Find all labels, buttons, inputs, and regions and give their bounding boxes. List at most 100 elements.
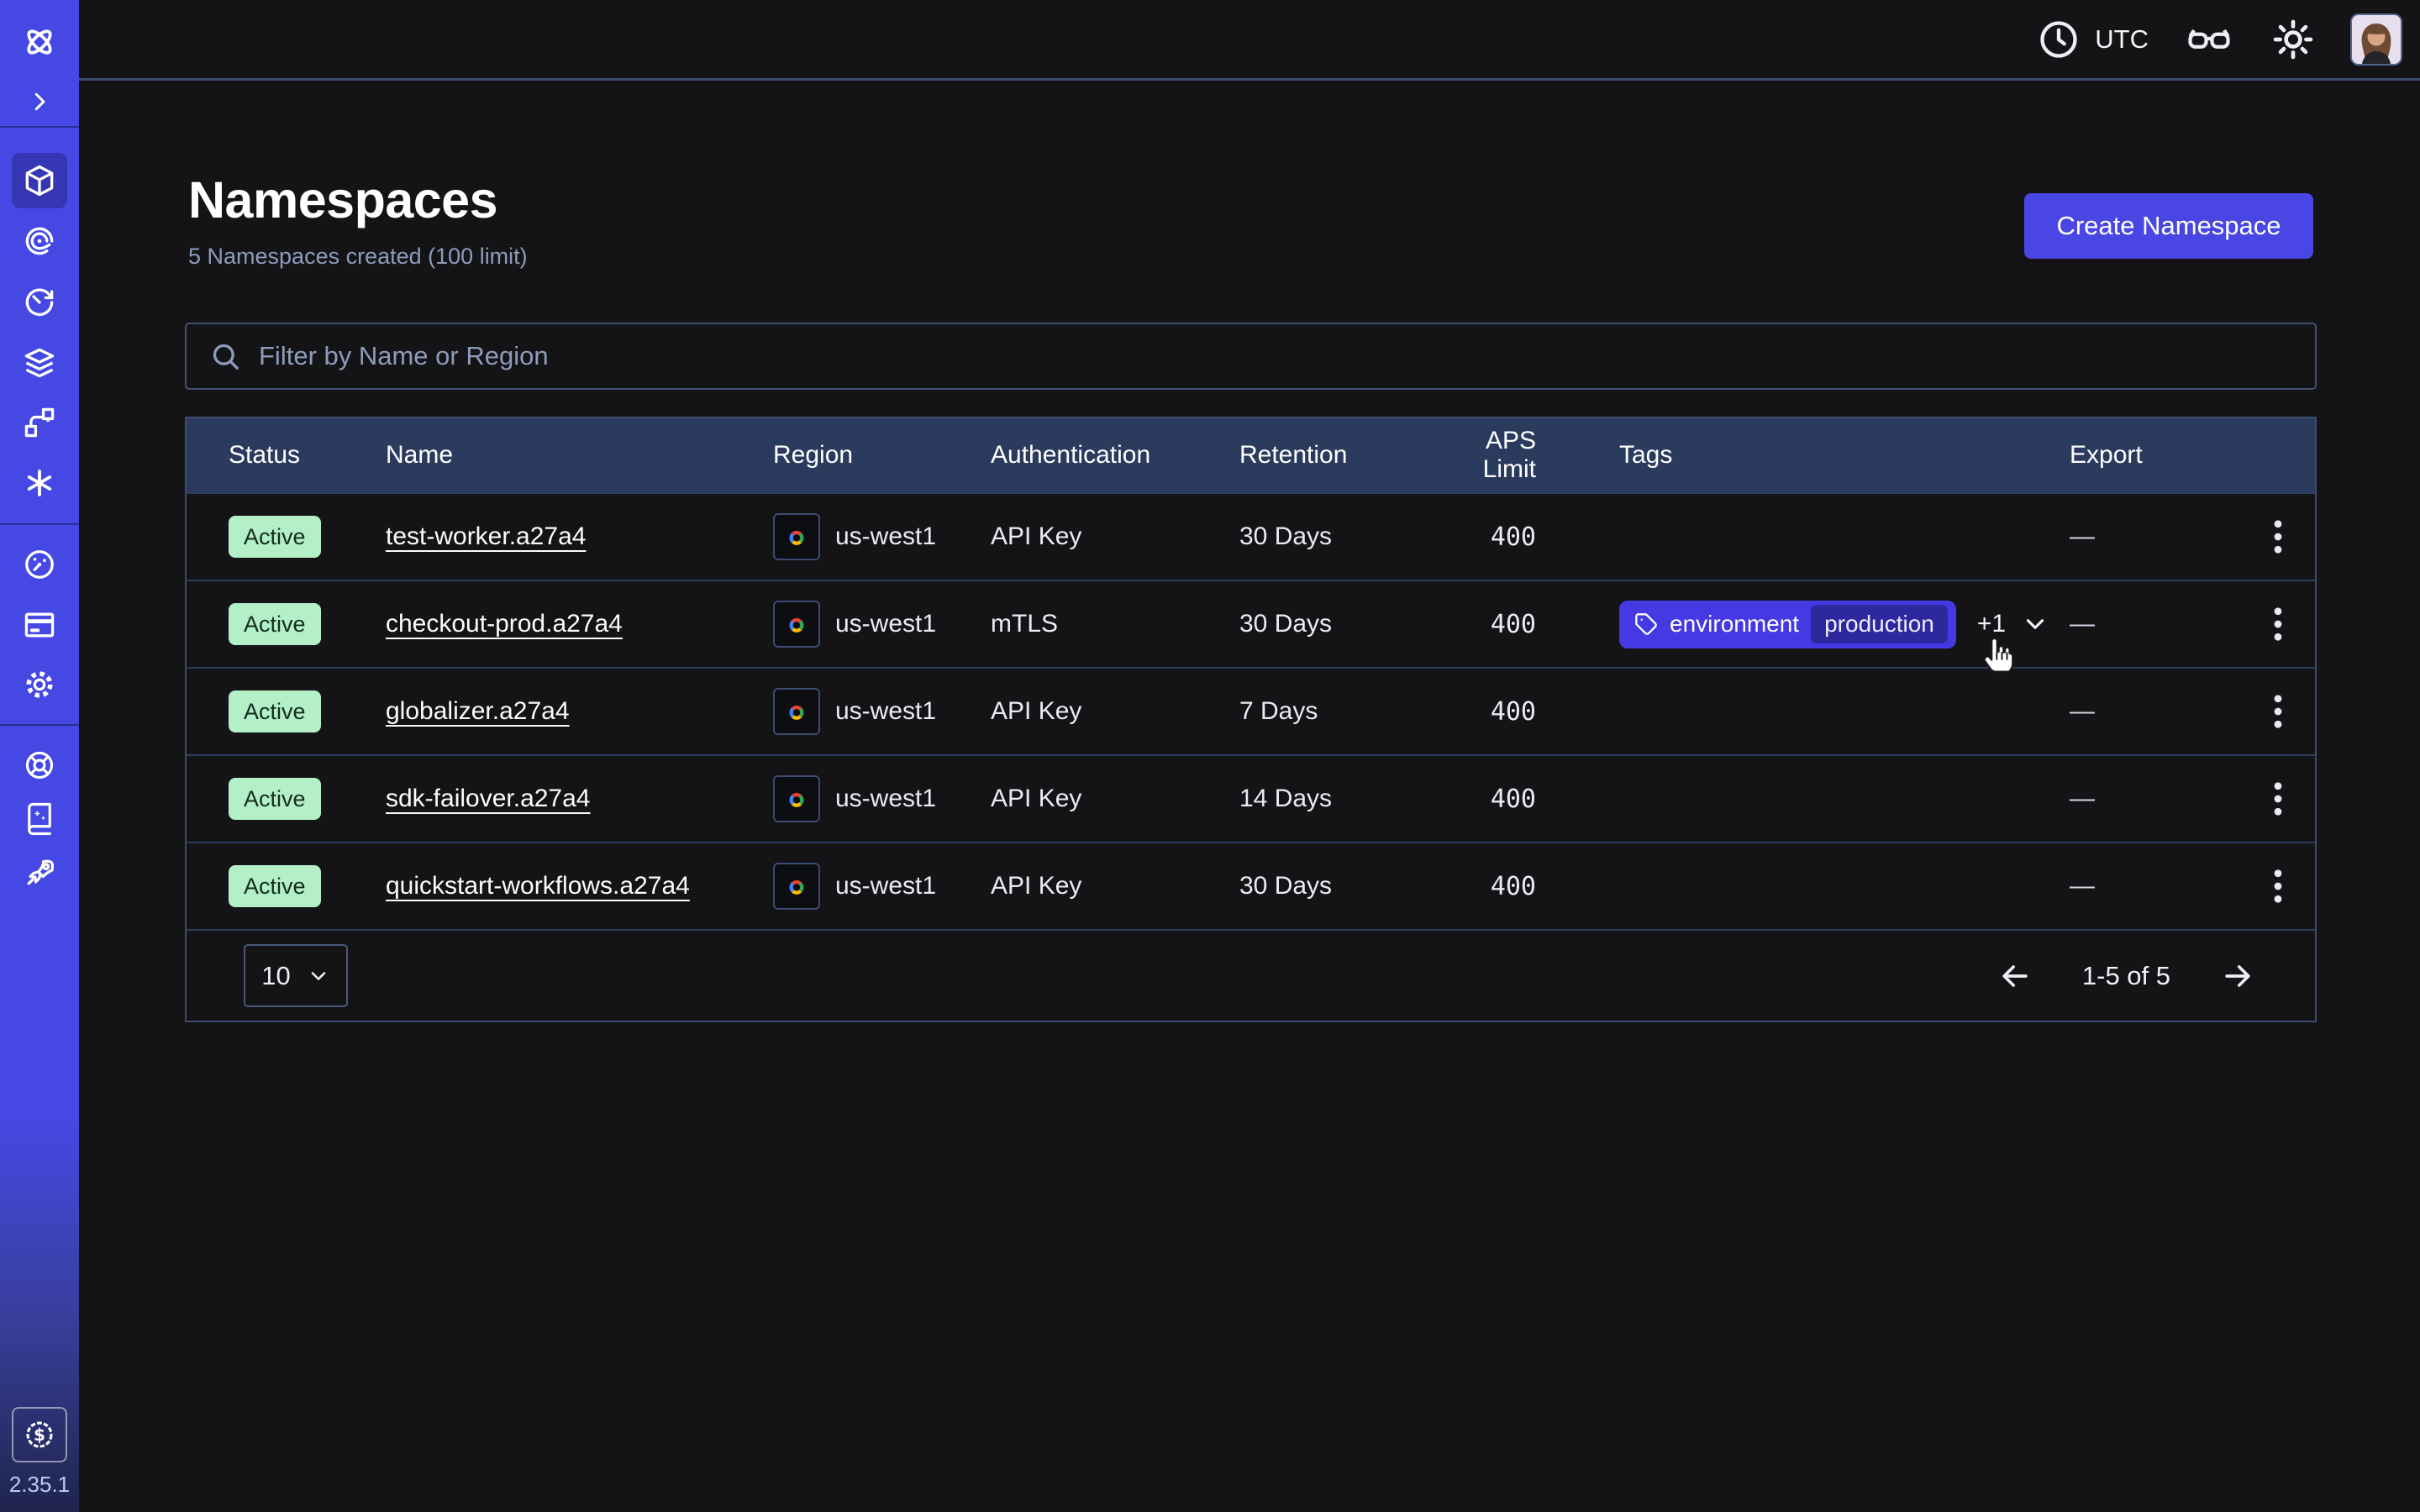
export-value: — [2070, 872, 2240, 900]
sidebar: $ 2.35.1 [0, 0, 79, 1512]
sidebar-item-schedules[interactable] [12, 395, 67, 450]
tag-key: environment [1670, 611, 1799, 638]
retention-value: 7 Days [1239, 697, 1430, 726]
previous-page-button[interactable] [1996, 958, 2033, 995]
namespace-link[interactable]: test-worker.a27a4 [386, 522, 586, 550]
app-version: 2.35.1 [0, 1472, 79, 1498]
auth-method: API Key [991, 872, 1239, 900]
sidebar-item-billing[interactable] [12, 597, 67, 653]
page-size-value: 10 [261, 961, 290, 991]
export-value: — [2070, 785, 2240, 813]
auth-method: API Key [991, 785, 1239, 813]
aps-limit-value: 400 [1430, 785, 1536, 814]
pagination-range-label: 1-5 of 5 [2082, 961, 2170, 991]
table-header-row: Status Name Region Authentication Retent… [187, 418, 2315, 492]
gcp-region-icon [773, 863, 820, 910]
gcp-region-icon [773, 601, 820, 648]
timezone-selector[interactable]: UTC [2037, 18, 2149, 61]
page-title: Namespaces [188, 171, 497, 229]
namespace-link[interactable]: sdk-failover.a27a4 [386, 785, 591, 812]
sidebar-expand-chevron-icon[interactable] [12, 74, 67, 129]
theme-toggle-sun-icon[interactable] [2270, 16, 2317, 63]
sidebar-divider [0, 523, 79, 525]
row-actions-kebab-button[interactable] [2258, 691, 2298, 732]
clock-icon [2037, 18, 2081, 61]
auth-method: mTLS [991, 610, 1239, 638]
user-avatar[interactable] [2350, 13, 2402, 66]
sidebar-item-support[interactable] [12, 738, 67, 793]
tag-value: production [1811, 605, 1948, 643]
sidebar-item-settings[interactable] [12, 657, 67, 712]
export-value: — [2070, 522, 2240, 551]
aps-limit-value: 400 [1430, 872, 1536, 901]
aps-limit-value: 400 [1430, 522, 1536, 552]
region-label: us-west1 [835, 785, 936, 813]
dollar-glyph: $ [34, 1425, 45, 1445]
col-header-tags: Tags [1536, 441, 2070, 470]
filter-search-input[interactable] [259, 341, 2293, 371]
col-header-retention: Retention [1239, 441, 1430, 470]
table-row: Active quickstart-workflows.a27a4 us-wes… [187, 842, 2315, 929]
table-row: Active test-worker.a27a4 us-west1 API Ke… [187, 492, 2315, 580]
sidebar-item-getting-started[interactable] [12, 845, 67, 900]
tag-chip[interactable]: environment production [1619, 601, 1956, 648]
tag-expand-chevron-icon[interactable] [2021, 610, 2049, 638]
topbar: UTC [79, 0, 2420, 81]
col-header-aps-limit: APS Limit [1430, 427, 1536, 484]
aps-limit-value: 400 [1430, 697, 1536, 727]
row-actions-kebab-button[interactable] [2258, 517, 2298, 557]
status-badge: Active [229, 603, 321, 645]
tag-more-count: +1 [1977, 610, 2006, 638]
row-actions-kebab-button[interactable] [2258, 604, 2298, 644]
status-badge: Active [229, 690, 321, 732]
col-header-authentication: Authentication [991, 441, 1239, 470]
gcp-region-icon [773, 513, 820, 560]
gcp-region-icon [773, 775, 820, 822]
filter-search-box[interactable] [185, 323, 2317, 390]
sidebar-item-workflows[interactable] [12, 213, 67, 269]
sidebar-item-timers[interactable] [12, 275, 67, 330]
timezone-label: UTC [2095, 24, 2149, 55]
row-actions-kebab-button[interactable] [2258, 866, 2298, 906]
namespace-link[interactable]: quickstart-workflows.a27a4 [386, 872, 690, 900]
status-badge: Active [229, 865, 321, 907]
tag-icon [1634, 612, 1658, 636]
labs-glasses-icon[interactable] [2184, 14, 2234, 65]
next-page-button[interactable] [2219, 958, 2256, 995]
table-row: Active globalizer.a27a4 us-west1 API Key… [187, 667, 2315, 754]
col-header-region: Region [773, 441, 991, 470]
col-header-name: Name [386, 441, 773, 470]
export-value: — [2070, 697, 2240, 726]
plan-badge-button[interactable]: $ [12, 1407, 67, 1462]
gcp-region-icon [773, 688, 820, 735]
region-label: us-west1 [835, 522, 936, 551]
sidebar-item-stack[interactable] [12, 335, 67, 391]
search-icon [208, 339, 242, 373]
table-row: Active checkout-prod.a27a4 us-west1 mTLS… [187, 580, 2315, 667]
region-label: us-west1 [835, 872, 936, 900]
row-actions-kebab-button[interactable] [2258, 779, 2298, 819]
status-badge: Active [229, 778, 321, 820]
col-header-export: Export [2070, 441, 2240, 470]
namespaces-table: Status Name Region Authentication Retent… [185, 417, 2317, 1022]
table-row: Active sdk-failover.a27a4 us-west1 API K… [187, 754, 2315, 842]
namespace-count-subtitle: 5 Namespaces created (100 limit) [188, 244, 528, 270]
create-namespace-button[interactable]: Create Namespace [2024, 193, 2313, 259]
sidebar-item-docs[interactable] [12, 791, 67, 847]
namespace-link[interactable]: globalizer.a27a4 [386, 697, 570, 725]
sidebar-item-usage[interactable] [12, 537, 67, 592]
sidebar-item-batch[interactable] [12, 455, 67, 511]
sidebar-item-namespaces[interactable] [12, 153, 67, 208]
export-value: — [2070, 610, 2240, 638]
col-header-status: Status [187, 441, 386, 470]
aps-limit-value: 400 [1430, 610, 1536, 639]
region-label: us-west1 [835, 697, 936, 726]
retention-value: 30 Days [1239, 610, 1430, 638]
table-footer: 10 1-5 of 5 [187, 929, 2315, 1021]
page-size-select[interactable]: 10 [244, 944, 348, 1007]
retention-value: 30 Days [1239, 872, 1430, 900]
temporal-logo-icon[interactable] [12, 14, 67, 70]
sidebar-divider [0, 126, 79, 128]
region-label: us-west1 [835, 610, 936, 638]
namespace-link[interactable]: checkout-prod.a27a4 [386, 610, 623, 638]
